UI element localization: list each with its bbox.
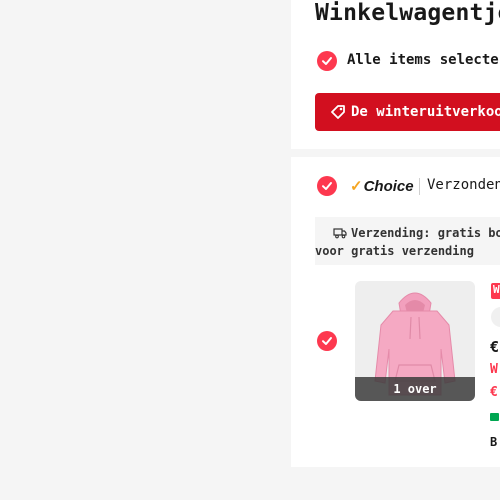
product-price: € bbox=[490, 338, 500, 356]
vendor-label[interactable]: Verzonden bbox=[427, 177, 500, 193]
discount-price: € bbox=[490, 385, 498, 400]
sale-label: W bbox=[490, 362, 498, 377]
sale-banner-label: De winteruitverkoop bbox=[351, 104, 500, 120]
page-title: Winkelwagentje bbox=[315, 0, 500, 26]
truck-icon bbox=[333, 227, 347, 243]
select-all-checkbox[interactable] bbox=[317, 51, 337, 71]
variant-selector[interactable] bbox=[491, 307, 500, 327]
item-select-checkbox[interactable] bbox=[317, 331, 337, 351]
shipping-info-box: Verzending: gratis bo voor gratis verzen… bbox=[315, 217, 500, 265]
product-image[interactable]: 1 over bbox=[355, 281, 475, 401]
cart-header-card: Winkelwagentje Alle items selecteren De … bbox=[291, 0, 500, 149]
green-shipping-icon bbox=[490, 413, 499, 421]
shipping-line-2: voor gratis verzending bbox=[315, 244, 474, 258]
winter-sale-banner[interactable]: De winteruitverkoop bbox=[315, 93, 500, 131]
choice-check-icon: ✓ bbox=[350, 178, 363, 195]
tag-icon bbox=[331, 105, 345, 119]
divider bbox=[419, 178, 420, 195]
choice-logo: ✓ Choice bbox=[350, 177, 414, 196]
checkmark-icon bbox=[322, 337, 332, 345]
product-badge: W bbox=[491, 283, 500, 299]
shipping-line-1: Verzending: gratis bo bbox=[351, 226, 500, 240]
choice-logo-text: Choice bbox=[363, 177, 414, 195]
shipping-group-card: ✓ Choice Verzonden Verzending: gratis bo… bbox=[291, 157, 500, 467]
checkmark-icon bbox=[322, 182, 332, 190]
group-select-checkbox[interactable] bbox=[317, 176, 337, 196]
stock-label: 1 over bbox=[355, 377, 475, 401]
select-all-label[interactable]: Alle items selecteren bbox=[347, 52, 500, 68]
checkmark-icon bbox=[322, 57, 332, 65]
product-extra-text: B bbox=[490, 435, 498, 449]
